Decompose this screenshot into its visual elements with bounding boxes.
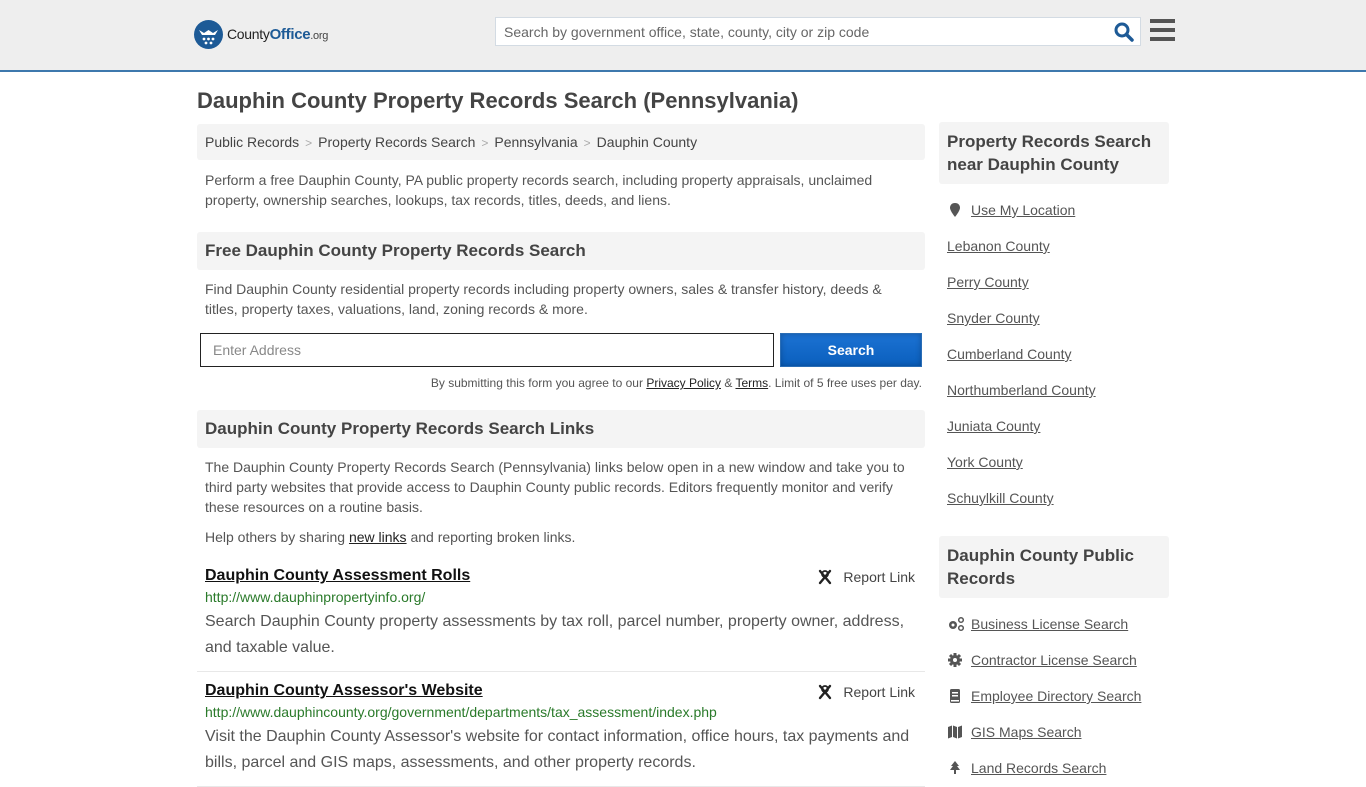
county-link-schuylkill[interactable]: Schuylkill County <box>947 490 1054 506</box>
employee-directory-search-link[interactable]: Employee Directory Search <box>971 688 1141 704</box>
record-item: Dauphin County Assessment Rolls Report L… <box>197 557 925 672</box>
land-records-search-link[interactable]: Land Records Search <box>971 760 1106 776</box>
breadcrumb-public-records[interactable]: Public Records <box>205 134 299 150</box>
nearby-county-item: Juniata County <box>947 408 1161 444</box>
breadcrumb-separator: > <box>481 136 489 150</box>
terms-link[interactable]: Terms <box>735 376 768 390</box>
public-records-list: Business License Search Contractor Licen… <box>939 606 1169 786</box>
county-link-perry[interactable]: Perry County <box>947 274 1029 290</box>
help-prefix: Help others by sharing <box>205 529 349 545</box>
nearby-county-item: Snyder County <box>947 300 1161 336</box>
broken-link-icon <box>819 684 832 700</box>
nearby-county-item: Perry County <box>947 264 1161 300</box>
free-search-description: Find Dauphin County residential property… <box>205 281 882 317</box>
logo-county: County <box>227 26 270 42</box>
help-text: Help others by sharing new links and rep… <box>197 527 925 547</box>
report-link-label: Report Link <box>843 684 915 700</box>
nearby-county-item: Schuylkill County <box>947 480 1161 516</box>
site-search <box>495 17 1141 46</box>
intro-text: Perform a free Dauphin County, PA public… <box>205 172 873 208</box>
book-icon <box>947 688 963 704</box>
disclaimer-prefix: By submitting this form you agree to our <box>430 376 647 390</box>
county-link-snyder[interactable]: Snyder County <box>947 310 1040 326</box>
top-header: CountyOffice.org <box>0 0 1366 72</box>
gis-maps-search-link[interactable]: GIS Maps Search <box>971 724 1082 740</box>
nearby-county-item: York County <box>947 444 1161 480</box>
report-link-button[interactable]: Report Link <box>817 569 915 585</box>
broken-link-icon <box>819 569 832 585</box>
breadcrumb-separator: > <box>305 136 313 150</box>
map-marker-icon <box>947 202 963 218</box>
page-title: Dauphin County Property Records Search (… <box>197 88 799 113</box>
use-my-location-item: Use My Location <box>947 192 1161 228</box>
gear-icon <box>947 652 963 668</box>
record-item: Dauphin County Assessor's Website Report… <box>197 672 925 787</box>
county-link-juniata[interactable]: Juniata County <box>947 418 1040 434</box>
address-search-form: Search <box>197 333 925 367</box>
record-description: Search Dauphin County property assessmen… <box>205 613 905 656</box>
logo-text: CountyOffice.org <box>227 26 328 43</box>
record-title-link[interactable]: Dauphin County Assessor's Website <box>205 682 483 699</box>
record-description: Visit the Dauphin County Assessor's webs… <box>205 728 910 771</box>
public-record-item: Business License Search <box>947 606 1161 642</box>
county-link-lebanon[interactable]: Lebanon County <box>947 238 1050 254</box>
breadcrumb-pennsylvania[interactable]: Pennsylvania <box>494 134 577 150</box>
use-my-location-link[interactable]: Use My Location <box>971 202 1075 218</box>
address-input[interactable] <box>200 333 774 367</box>
disclaimer-suffix: . Limit of 5 free uses per day. <box>768 376 922 390</box>
form-disclaimer: By submitting this form you agree to our… <box>197 376 925 390</box>
nearby-county-item: Northumberland County <box>947 372 1161 408</box>
county-link-northumberland[interactable]: Northumberland County <box>947 382 1096 398</box>
contractor-license-search-link[interactable]: Contractor License Search <box>971 652 1137 668</box>
cogs-icon <box>947 616 965 632</box>
free-search-heading: Free Dauphin County Property Records Sea… <box>197 232 925 270</box>
nearby-list: Use My Location Lebanon County Perry Cou… <box>939 192 1169 516</box>
report-link-label: Report Link <box>843 569 915 585</box>
public-record-item: Contractor License Search <box>947 642 1161 678</box>
site-search-input[interactable] <box>496 18 1096 45</box>
search-button[interactable]: Search <box>780 333 922 367</box>
site-logo[interactable]: CountyOffice.org <box>194 20 328 49</box>
help-suffix: and reporting broken links. <box>406 529 576 545</box>
disclaimer-amp: & <box>721 376 736 390</box>
public-record-item: Land Records Search <box>947 750 1161 786</box>
breadcrumb: Public Records > Property Records Search > P… <box>197 124 925 160</box>
new-links-link[interactable]: new links <box>349 529 407 545</box>
eagle-logo-icon <box>194 20 223 49</box>
breadcrumb-dauphin-county[interactable]: Dauphin County <box>597 134 697 150</box>
record-title-link[interactable]: Dauphin County Assessment Rolls <box>205 567 470 584</box>
public-records-heading: Dauphin County Public Records <box>939 536 1169 598</box>
search-icon[interactable] <box>1114 22 1134 42</box>
nearby-heading: Property Records Search near Dauphin Cou… <box>939 122 1169 184</box>
logo-org: .org <box>310 30 329 42</box>
business-license-search-link[interactable]: Business License Search <box>971 616 1128 632</box>
record-url[interactable]: http://www.dauphincounty.org/government/… <box>205 704 917 720</box>
nearby-county-item: Cumberland County <box>947 336 1161 372</box>
privacy-policy-link[interactable]: Privacy Policy <box>646 376 721 390</box>
map-icon <box>947 724 963 740</box>
links-description: The Dauphin County Property Records Sear… <box>205 459 905 515</box>
public-record-item: Employee Directory Search <box>947 678 1161 714</box>
nearby-county-item: Lebanon County <box>947 228 1161 264</box>
county-link-york[interactable]: York County <box>947 454 1023 470</box>
public-record-item: GIS Maps Search <box>947 714 1161 750</box>
record-url[interactable]: http://www.dauphinpropertyinfo.org/ <box>205 589 917 605</box>
menu-icon[interactable] <box>1150 19 1175 41</box>
county-link-cumberland[interactable]: Cumberland County <box>947 346 1072 362</box>
main-content: Public Records > Property Records Search > P… <box>197 124 925 787</box>
breadcrumb-separator: > <box>583 136 591 150</box>
sidebar: Property Records Search near Dauphin Cou… <box>939 122 1169 786</box>
breadcrumb-property-records-search[interactable]: Property Records Search <box>318 134 475 150</box>
tree-icon <box>947 760 963 776</box>
report-link-button[interactable]: Report Link <box>817 684 915 700</box>
links-heading: Dauphin County Property Records Search L… <box>197 410 925 448</box>
logo-office: Office <box>269 26 311 43</box>
record-list: Dauphin County Assessment Rolls Report L… <box>197 557 925 787</box>
